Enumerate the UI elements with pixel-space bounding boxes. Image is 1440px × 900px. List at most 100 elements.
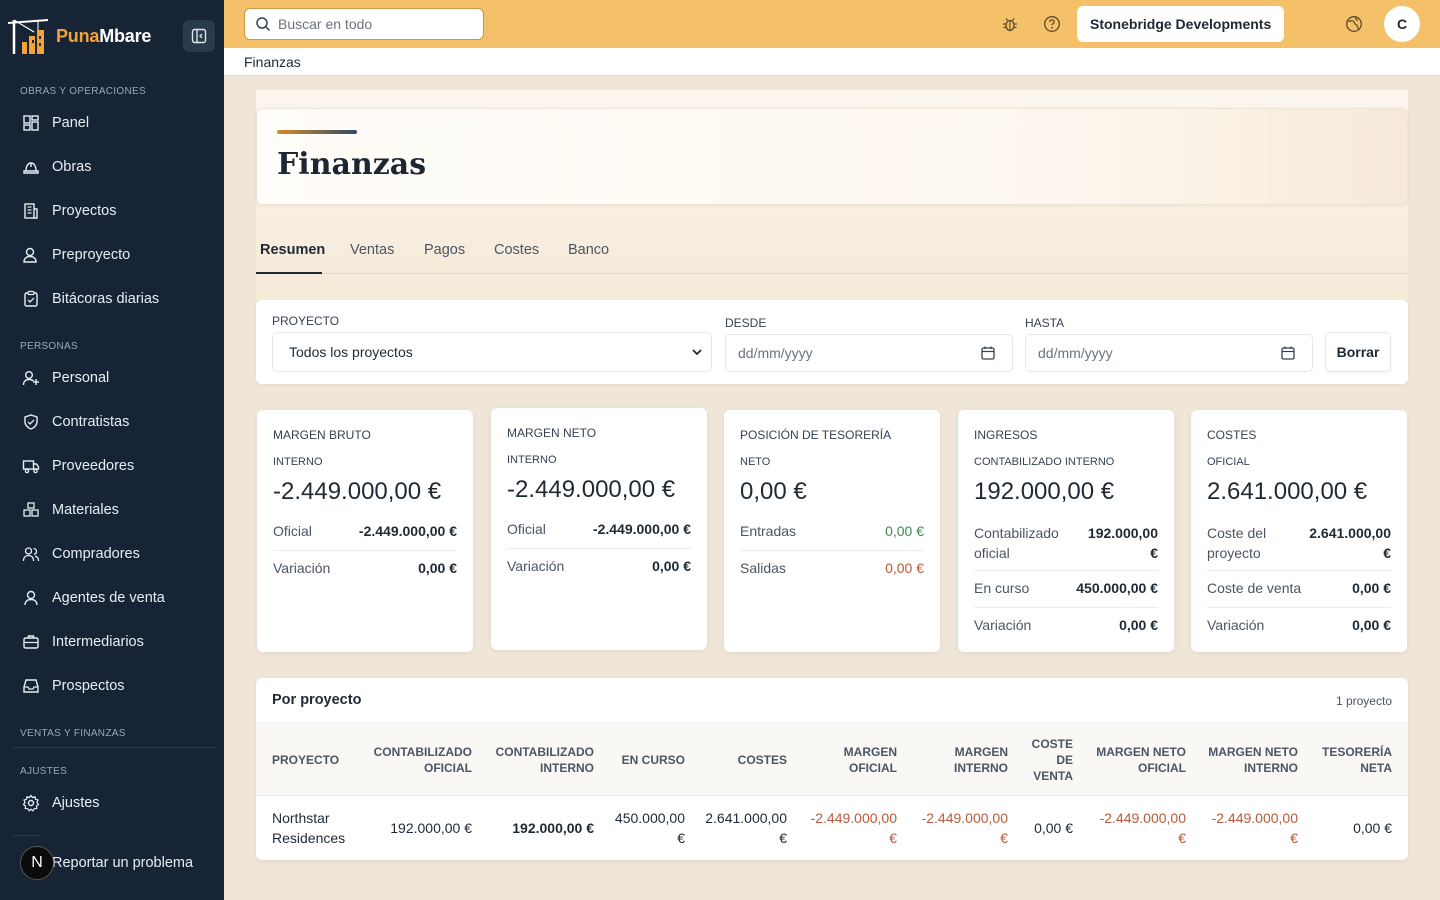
section-label-sales[interactable]: VENTAS Y FINANZAS	[20, 728, 126, 739]
kpi-row: Oficial -2.449.000,00 €	[273, 523, 457, 539]
sidebar-item-materiales[interactable]: Materiales	[12, 492, 212, 528]
sidebar-item-intermediarios[interactable]: Intermediarios	[12, 624, 212, 660]
sidebar-item-obras[interactable]: Obras	[12, 149, 212, 185]
dev-badge[interactable]: N	[20, 846, 54, 880]
kpi-title: POSICIÓN DE TESORERÍA	[740, 428, 892, 442]
user-search-icon	[23, 247, 37, 263]
to-date-input[interactable]: dd/mm/yyyy	[1025, 334, 1313, 372]
kpi-value: 2.641.000,00 €	[1207, 478, 1368, 505]
kpi-row: Coste de venta 0,00 €	[1207, 580, 1391, 596]
breadcrumb: Finanzas	[244, 54, 301, 70]
tab-ventas[interactable]: Ventas	[350, 242, 394, 258]
row-divider	[974, 607, 1158, 608]
kpi-card-costes: COSTES OFICIAL 2.641.000,00 € Coste del p…	[1191, 410, 1407, 652]
sidebar-item-label: Panel	[52, 115, 90, 131]
calendar-icon[interactable]	[1280, 345, 1296, 361]
language-button[interactable]	[1342, 12, 1366, 36]
report-problem-link[interactable]: N Reportar un problema	[20, 846, 193, 880]
accent-line	[277, 130, 357, 134]
finance-tabs: Resumen Ventas Pagos Costes Banco	[256, 240, 1408, 274]
page-hero: Finanzas	[256, 108, 1408, 205]
column-header[interactable]: PROYECTO	[272, 752, 339, 768]
sidebar-item-label: Agentes de venta	[52, 590, 165, 606]
sidebar-item-bitacoras[interactable]: Bitácoras diarias	[12, 281, 212, 317]
column-header[interactable]: MARGEN INTERNO	[954, 744, 1008, 776]
sidebar-item-personal[interactable]: Personal	[12, 360, 212, 396]
cell-cont-interno: 192.000,00 €	[512, 820, 594, 836]
topbar: Buscar en todo Stonebridge Developments …	[224, 0, 1440, 48]
kpi-card-margen-neto: MARGEN NETO INTERNO -2.449.000,00 € Ofic…	[491, 408, 707, 650]
help-button[interactable]	[1040, 12, 1064, 36]
filters-panel: PROYECTO Todos los proyectos DESDE dd/mm…	[256, 300, 1408, 384]
from-date-label: DESDE	[725, 316, 767, 330]
row-divider	[974, 570, 1158, 571]
brand-logo[interactable]: PunaMbare	[8, 16, 151, 56]
tab-resumen[interactable]: Resumen	[260, 242, 325, 258]
boxes-icon	[23, 502, 39, 517]
user-icon	[24, 590, 38, 606]
column-header[interactable]: EN CURSO	[622, 752, 685, 768]
search-placeholder: Buscar en todo	[278, 16, 373, 32]
column-header[interactable]: CONTABILIZADO INTERNO	[496, 744, 594, 776]
avatar[interactable]: C	[1384, 6, 1420, 42]
sidebar-item-ajustes[interactable]: Ajustes	[12, 785, 212, 821]
sidebar-item-agentes[interactable]: Agentes de venta	[12, 580, 212, 616]
column-header[interactable]: TESORERÍA NETA	[1322, 744, 1392, 776]
column-header[interactable]: COSTE DE VENTA	[1032, 736, 1073, 784]
row-divider	[1207, 570, 1391, 571]
kpi-value: -2.449.000,00 €	[507, 476, 676, 503]
gear-icon	[22, 794, 40, 812]
sidebar-item-preproyecto[interactable]: Preproyecto	[12, 237, 212, 273]
table-count: 1 proyecto	[1335, 694, 1392, 708]
tab-banco[interactable]: Banco	[568, 242, 609, 258]
sidebar-item-label: Proveedores	[52, 458, 135, 474]
project-select[interactable]: Todos los proyectos	[272, 332, 712, 372]
users-icon	[22, 547, 40, 562]
sidebar-item-label: Obras	[52, 159, 92, 175]
sidebar-item-prospectos[interactable]: Prospectos	[12, 668, 212, 704]
active-tab-indicator	[256, 272, 322, 274]
tab-costes[interactable]: Costes	[494, 242, 539, 258]
sidebar-item-label: Intermediarios	[52, 634, 144, 650]
column-header[interactable]: MARGEN NETO INTERNO	[1208, 744, 1298, 776]
to-date-placeholder: dd/mm/yyyy	[1038, 345, 1113, 361]
from-date-input[interactable]: dd/mm/yyyy	[725, 334, 1013, 372]
clear-filters-button[interactable]: Borrar	[1325, 332, 1391, 372]
column-header[interactable]: MARGEN OFICIAL	[844, 744, 897, 776]
breadcrumb-bar: Finanzas	[224, 48, 1440, 76]
cell-project[interactable]: Northstar Residences	[272, 808, 345, 848]
cell-coste-venta: 0,00 €	[1034, 820, 1073, 836]
sidebar-item-proveedores[interactable]: Proveedores	[12, 448, 212, 484]
dashboard-icon	[23, 115, 39, 131]
sidebar-toggle-icon	[191, 28, 207, 44]
column-header[interactable]: MARGEN NETO OFICIAL	[1096, 744, 1186, 776]
tab-pagos[interactable]: Pagos	[424, 242, 465, 258]
bug-button[interactable]	[998, 12, 1022, 36]
kpi-card-ingresos: INGRESOS CONTABILIZADO INTERNO 192.000,0…	[958, 410, 1174, 652]
search-input[interactable]: Buscar en todo	[244, 8, 484, 40]
sidebar-item-compradores[interactable]: Compradores	[12, 536, 212, 572]
sidebar-divider	[12, 747, 215, 748]
sidebar-item-proyectos[interactable]: Proyectos	[12, 193, 212, 229]
cell-tesoreria: 0,00 €	[1353, 820, 1392, 836]
column-header[interactable]: COSTES	[738, 752, 787, 768]
column-header[interactable]: CONTABILIZADO OFICIAL	[374, 744, 472, 776]
sidebar-item-label: Materiales	[52, 502, 119, 518]
calendar-icon[interactable]	[980, 345, 996, 361]
report-problem-label: Reportar un problema	[52, 855, 194, 871]
table-header: PROYECTO CONTABILIZADO OFICIAL CONTABILIZ…	[256, 722, 1408, 796]
collapse-sidebar-button[interactable]	[183, 20, 215, 52]
company-switcher[interactable]: Stonebridge Developments	[1077, 6, 1285, 42]
truck-icon	[22, 460, 40, 474]
user-plus-icon	[22, 371, 39, 386]
help-icon	[1044, 16, 1060, 32]
kpi-card-margen-bruto: MARGEN BRUTO INTERNO -2.449.000,00 € Ofi…	[257, 410, 473, 652]
cell-margen-interno: -2.449.000,00 €	[921, 810, 1008, 846]
row-divider	[507, 548, 691, 549]
section-label-ops: OBRAS Y OPERACIONES	[20, 86, 146, 97]
sidebar-item-contratistas[interactable]: Contratistas	[12, 404, 212, 440]
sidebar-item-panel[interactable]: Panel	[12, 105, 212, 141]
kpi-value: -2.449.000,00 €	[273, 478, 442, 505]
kpi-row: Entradas 0,00 €	[740, 523, 924, 539]
cell-cont-oficial: 192.000,00 €	[390, 820, 472, 836]
